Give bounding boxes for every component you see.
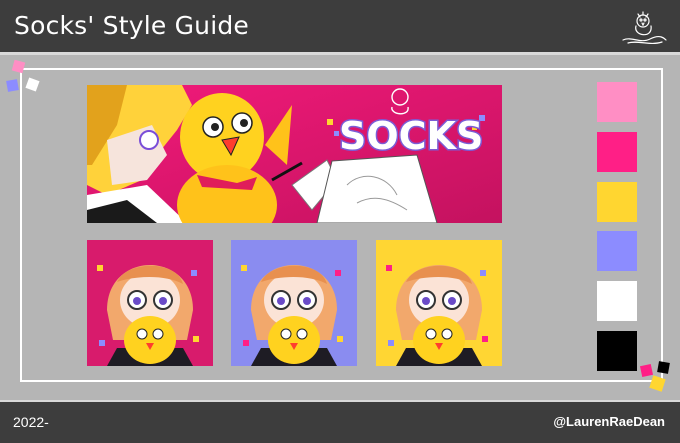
- page-title: Socks' Style Guide: [14, 11, 249, 40]
- swatch-light-pink: [597, 82, 637, 122]
- confetti-square: [6, 79, 19, 92]
- avatar-magenta: [87, 240, 213, 366]
- confetti-square: [639, 363, 654, 378]
- header-bar: Socks' Style Guide: [0, 0, 680, 55]
- swatch-hot-pink: [597, 132, 637, 172]
- swatch-white: [597, 281, 637, 321]
- banner-illustration: SOCKS: [87, 85, 502, 223]
- swatch-periwinkle: [597, 231, 637, 271]
- footer-bar: 2022- @LaurenRaeDean: [0, 400, 680, 443]
- banner-brand-text: SOCKS: [339, 114, 483, 158]
- avatar-yellow: [376, 240, 502, 366]
- confetti-square: [649, 375, 666, 392]
- footer-year: 2022-: [13, 414, 49, 430]
- banner-artwork: SOCKS: [87, 85, 502, 223]
- swatch-black: [597, 331, 637, 371]
- swatch-yellow: [597, 182, 637, 222]
- confetti-square: [657, 361, 670, 374]
- chick-signature-icon: [622, 11, 667, 45]
- footer-handle: @LaurenRaeDean: [553, 414, 665, 429]
- avatar-periwinkle: [231, 240, 357, 366]
